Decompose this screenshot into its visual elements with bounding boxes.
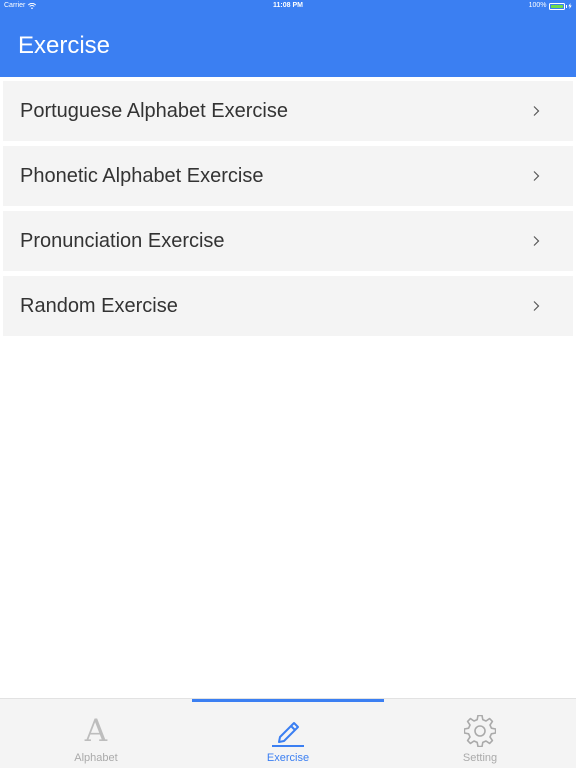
tab-alphabet[interactable]: A Alphabet [0, 699, 192, 768]
battery-nub [565, 4, 567, 8]
battery-icon [548, 2, 565, 10]
chevron-right-icon [533, 236, 540, 246]
chevron-right-icon [533, 301, 540, 311]
battery-percent: 100% [528, 2, 547, 9]
battery-fill [550, 4, 563, 8]
list-item-label: Phonetic Alphabet Exercise [20, 165, 264, 187]
list-item-phonetic-alphabet-exercise[interactable]: Phonetic Alphabet Exercise [3, 146, 573, 206]
list-item-pronunciation-exercise[interactable]: Pronunciation Exercise [3, 211, 573, 271]
list-item-random-exercise[interactable]: Random Exercise [3, 276, 573, 336]
tab-exercise[interactable]: Exercise [192, 699, 384, 768]
list-item-label: Pronunciation Exercise [20, 230, 225, 252]
letter-a-icon: A [84, 713, 108, 749]
gear-icon [464, 715, 496, 747]
charging-bolt-icon [568, 3, 572, 9]
navigation-bar: Exercise [0, 12, 576, 77]
pencil-icon [272, 722, 304, 747]
chevron-right-icon [533, 171, 540, 181]
page-title: Exercise [18, 32, 111, 59]
tab-bar: A Alphabet Exercise Setting [0, 698, 576, 768]
tab-label: Exercise [266, 752, 310, 764]
tab-label: Setting [462, 752, 498, 764]
list-item-label: Random Exercise [20, 295, 178, 317]
tab-label: Alphabet [74, 752, 118, 764]
chevron-right-icon [533, 106, 540, 116]
tab-setting[interactable]: Setting [384, 699, 576, 768]
status-time: 11:08 PM [273, 2, 303, 9]
status-bar: Carrier 11:08 PM 100% [0, 0, 576, 12]
list-item-portuguese-alphabet-exercise[interactable]: Portuguese Alphabet Exercise [3, 81, 573, 141]
exercise-list: Portuguese Alphabet Exercise Phonetic Al… [3, 81, 573, 341]
list-item-label: Portuguese Alphabet Exercise [20, 100, 288, 122]
status-right: 100% [529, 0, 572, 12]
